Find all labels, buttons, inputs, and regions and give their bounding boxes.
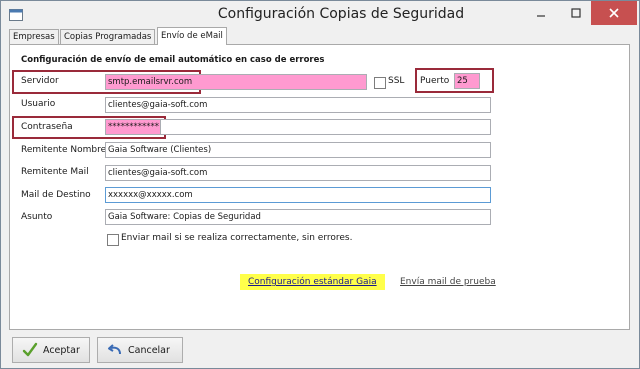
enviar-ok-label: Enviar mail si se realiza correctamente,…	[121, 233, 353, 243]
remitente-nombre-label: Remitente Nombre	[21, 145, 107, 155]
close-icon	[609, 8, 619, 18]
ssl-label: SSL	[388, 76, 405, 86]
ssl-checkbox[interactable]	[374, 77, 386, 89]
puerto-label: Puerto	[420, 76, 450, 86]
close-button[interactable]	[591, 1, 637, 25]
contrasena-label: Contraseña	[21, 122, 73, 132]
tab-copias-programadas[interactable]: Copias Programadas	[60, 29, 156, 44]
asunto-input[interactable]: Gaia Software: Copias de Seguridad	[105, 209, 491, 225]
servidor-input[interactable]: smtp.emailsrvr.com	[105, 74, 367, 90]
asunto-label: Asunto	[21, 212, 53, 222]
remitente-mail-label: Remitente Mail	[21, 167, 89, 177]
usuario-label: Usuario	[21, 99, 56, 109]
minimize-button[interactable]	[524, 1, 558, 25]
section-title: Configuración de envío de email automáti…	[21, 55, 325, 65]
tab-envio-email[interactable]: Envío de eMail	[157, 27, 227, 45]
usuario-input[interactable]: clientes@gaia-soft.com	[105, 97, 491, 113]
remitente-nombre-input[interactable]: Gaia Software (Clientes)	[105, 142, 491, 158]
accept-button[interactable]: Aceptar	[12, 337, 90, 363]
accept-label: Aceptar	[43, 344, 80, 356]
enviar-ok-checkbox[interactable]	[107, 234, 119, 246]
std-config-link[interactable]: Configuración estándar Gaia	[240, 274, 385, 290]
cancel-label: Cancelar	[128, 344, 170, 356]
title-bar: Configuración Copias de Seguridad	[1, 1, 639, 31]
contrasena-input[interactable]: ************	[105, 119, 163, 135]
cancel-button[interactable]: Cancelar	[97, 337, 183, 363]
test-mail-link[interactable]: Envía mail de prueba	[400, 277, 496, 287]
mail-destino-input[interactable]: xxxxxx@xxxxx.com	[105, 187, 491, 203]
tab-empresas[interactable]: Empresas	[9, 29, 59, 44]
checkmark-icon	[21, 341, 39, 359]
mail-destino-label: Mail de Destino	[21, 190, 91, 200]
undo-arrow-icon	[106, 341, 124, 359]
maximize-button[interactable]	[559, 1, 593, 25]
contrasena-input-extent[interactable]	[160, 119, 491, 135]
minimize-icon	[537, 15, 545, 17]
maximize-icon	[571, 8, 581, 18]
dialog-window: Configuración Copias de Seguridad Empres…	[0, 0, 640, 369]
puerto-input[interactable]: 25	[454, 73, 480, 89]
email-tab-panel: Configuración de envío de email automáti…	[9, 44, 630, 330]
servidor-label: Servidor	[21, 76, 59, 86]
remitente-mail-input[interactable]: clientes@gaia-soft.com	[105, 165, 491, 181]
